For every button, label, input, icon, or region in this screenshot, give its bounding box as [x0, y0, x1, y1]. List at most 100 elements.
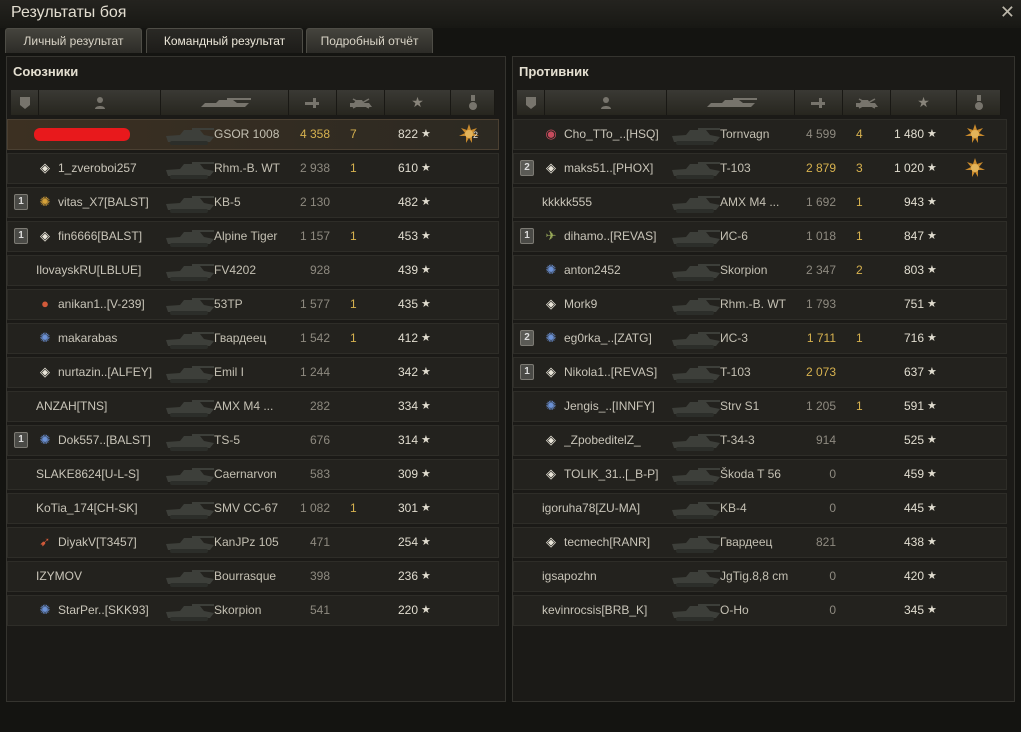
- player-name[interactable]: ANZAH[TNS]: [36, 392, 162, 421]
- ally-row[interactable]: KoTia_174[CH-SK] SMV CC-67 1 082 1 301 ★: [7, 493, 499, 524]
- kills-column-icon[interactable]: [843, 90, 891, 115]
- ally-row[interactable]: ● anikan1..[V-239] 53TP 1 577 1 435 ★: [7, 289, 499, 320]
- player-name[interactable]: vitas_X7[BALST]: [58, 188, 162, 217]
- xp-star-icon: ★: [927, 434, 937, 446]
- enemy-row[interactable]: 1 ✈ dihamo..[REVAS] ИС-6 1 018 1 847 ★: [513, 221, 1007, 252]
- player-name[interactable]: DiyakV[T3457]: [58, 528, 162, 557]
- enemy-row[interactable]: ✺ anton2452 Skorpion 2 347 2 803 ★: [513, 255, 1007, 286]
- enemy-row[interactable]: ◈ _ZpobeditelZ_ T-34-3 914 525 ★: [513, 425, 1007, 456]
- player-name[interactable]: Dok557..[BALST]: [58, 426, 162, 455]
- player-name[interactable]: Mork9: [564, 290, 668, 319]
- ally-row[interactable]: ✺ StarPer..[SKK93] Skorpion 541 220 ★: [7, 595, 499, 626]
- redacted-player-name: [34, 128, 130, 141]
- enemy-row[interactable]: igoruha78[ZU-MA] KB-4 0 445 ★: [513, 493, 1007, 524]
- player-name[interactable]: Nikola1..[REVAS]: [564, 358, 668, 387]
- player-name[interactable]: kevinrocsis[BRB_K]: [542, 596, 668, 625]
- tank-name: KB-4: [720, 501, 747, 515]
- ally-row[interactable]: SLAKE8624[U-L-S] Caernarvon 583 309 ★: [7, 459, 499, 490]
- enemy-row[interactable]: igsapozhn JgTig.8,8 cm 0 420 ★: [513, 561, 1007, 592]
- tank-name: Emil I: [214, 365, 244, 379]
- enemy-row[interactable]: ✺ Jengis_..[INNFY] Strv S1 1 205 1 591 ★: [513, 391, 1007, 422]
- tank-column-icon[interactable]: [161, 90, 289, 115]
- tank-column-icon[interactable]: [667, 90, 795, 115]
- ace-medal-icon[interactable]: [964, 123, 986, 145]
- ally-row[interactable]: ◈ 1_zveroboi257 Rhm.-B. WT 2 938 1 610 ★: [7, 153, 499, 184]
- ally-row[interactable]: 1 ✺ Dok557..[BALST] TS-5 676 314 ★: [7, 425, 499, 456]
- ally-row[interactable]: ◈ nurtazin..[ALFEY] Emil I 1 244 342 ★: [7, 357, 499, 388]
- kills-column-icon[interactable]: [337, 90, 385, 115]
- tank-name: KanJPz 105: [214, 535, 279, 549]
- player-name[interactable]: Jengis_..[INNFY]: [564, 392, 668, 421]
- damage-value: 0: [829, 603, 836, 617]
- damage-value: 1 157: [299, 229, 330, 243]
- tab-personal-result[interactable]: Личный результат: [5, 28, 142, 53]
- player-name[interactable]: StarPer..[SKK93]: [58, 596, 162, 625]
- ally-row[interactable]: 1 ✺ vitas_X7[BALST] KB-5 2 130 482 ★: [7, 187, 499, 218]
- tab-team-result[interactable]: Командный результат: [146, 28, 303, 53]
- xp-column-star-icon[interactable]: ★: [891, 90, 957, 115]
- player-name[interactable]: makarabas: [58, 324, 162, 353]
- kills-value: 4: [856, 127, 863, 141]
- ally-row[interactable]: IlovayskRU[LBLUE] FV4202 928 439 ★: [7, 255, 499, 286]
- player-name[interactable]: dihamo..[REVAS]: [564, 222, 668, 251]
- player-name[interactable]: maks51..[PHOX]: [564, 154, 668, 183]
- damage-column-icon[interactable]: [289, 90, 337, 115]
- player-name[interactable]: igoruha78[ZU-MA]: [542, 494, 668, 523]
- medal-column-icon[interactable]: [957, 90, 1001, 115]
- player-name[interactable]: anton2452: [564, 256, 668, 285]
- tab-detailed-report[interactable]: Подробный отчёт: [306, 28, 433, 53]
- player-name[interactable]: nurtazin..[ALFEY]: [58, 358, 162, 387]
- ally-row[interactable]: ✺ makarabas Гвардеец 1 542 1 412 ★: [7, 323, 499, 354]
- player-name[interactable]: tecmech[RANR]: [564, 528, 668, 557]
- enemy-row[interactable]: kkkkk555 AMX M4 ... 1 692 1 943 ★: [513, 187, 1007, 218]
- enemy-row[interactable]: 2 ✺ eg0rka_..[ZATG] ИС-3 1 711 1 716 ★: [513, 323, 1007, 354]
- platoon-column-icon[interactable]: [517, 90, 545, 115]
- player-column-icon[interactable]: [545, 90, 667, 115]
- player-name[interactable]: TOLIK_31..[_B-P]: [564, 460, 668, 489]
- enemy-row[interactable]: ◈ TOLIK_31..[_B-P] Škoda T 56 0 459 ★: [513, 459, 1007, 490]
- enemy-row[interactable]: ◈ Mork9 Rhm.-B. WT 1 793 751 ★: [513, 289, 1007, 320]
- player-column-icon[interactable]: [39, 90, 161, 115]
- ally-row[interactable]: 1 ◈ fin6666[BALST] Alpine Tiger 1 157 1 453 ★: [7, 221, 499, 252]
- damage-value: 398: [309, 569, 330, 583]
- platoon-column-icon[interactable]: [11, 90, 39, 115]
- close-icon[interactable]: ✕: [1000, 2, 1015, 23]
- enemy-row[interactable]: ◈ tecmech[RANR] Гвардеец 821 438 ★: [513, 527, 1007, 558]
- player-name[interactable]: KoTia_174[CH-SK]: [36, 494, 162, 523]
- ally-row[interactable]: IZYMOV Bourrasque 398 236 ★: [7, 561, 499, 592]
- kills-value: [350, 528, 364, 557]
- tank-name: JgTig.8,8 cm: [720, 569, 789, 583]
- xp-column-star-icon[interactable]: ★: [385, 90, 451, 115]
- player-name[interactable]: eg0rka_..[ZATG]: [564, 324, 668, 353]
- player-name[interactable]: fin6666[BALST]: [58, 222, 162, 251]
- kills-value: 1: [350, 331, 357, 345]
- player-name[interactable]: Cho_TTo_..[HSQ]: [564, 120, 668, 149]
- tank-name: 53TP: [214, 297, 243, 311]
- damage-column-icon[interactable]: [795, 90, 843, 115]
- enemy-row[interactable]: kevinrocsis[BRB_K] O-Ho 0 345 ★: [513, 595, 1007, 626]
- medal-column-icon[interactable]: [451, 90, 495, 115]
- ace-medal-icon[interactable]: [964, 157, 986, 179]
- ally-row[interactable]: ANZAH[TNS] AMX M4 ... 282 334 ★: [7, 391, 499, 422]
- player-name[interactable]: SLAKE8624[U-L-S]: [36, 460, 162, 489]
- player-name[interactable]: IZYMOV: [36, 562, 162, 591]
- xp-value: 309: [397, 467, 418, 481]
- player-name[interactable]: igsapozhn: [542, 562, 668, 591]
- xp-value: 943: [903, 195, 924, 209]
- player-name[interactable]: _ZpobeditelZ_: [564, 426, 668, 455]
- ally-row[interactable]: GSOR 1008 4 358 7 822 ★ 2: [7, 119, 499, 150]
- tank-name: Skorpion: [214, 603, 262, 617]
- enemy-row[interactable]: 1 ◈ Nikola1..[REVAS] T-103 2 073 637 ★: [513, 357, 1007, 388]
- player-name[interactable]: IlovayskRU[LBLUE]: [36, 256, 162, 285]
- xp-value: 453: [397, 229, 418, 243]
- tank-name: Гвардеец: [214, 331, 267, 345]
- enemy-row[interactable]: 2 ◈ maks51..[PHOX] T-103 2 879 3 1 020 ★: [513, 153, 1007, 184]
- player-name[interactable]: 1_zveroboi257: [58, 154, 162, 183]
- enemy-row[interactable]: ◉ Cho_TTo_..[HSQ] Tornvagn 4 599 4 1 480 ★: [513, 119, 1007, 150]
- player-name[interactable]: kkkkk555: [542, 188, 668, 217]
- xp-star-icon: ★: [927, 332, 937, 344]
- player-name[interactable]: anikan1..[V-239]: [58, 290, 162, 319]
- clan-emblem-icon: ◈: [40, 228, 50, 243]
- ally-row[interactable]: ➹ DiyakV[T3457] KanJPz 105 471 254 ★: [7, 527, 499, 558]
- clan-emblem-icon: ◉: [545, 126, 557, 141]
